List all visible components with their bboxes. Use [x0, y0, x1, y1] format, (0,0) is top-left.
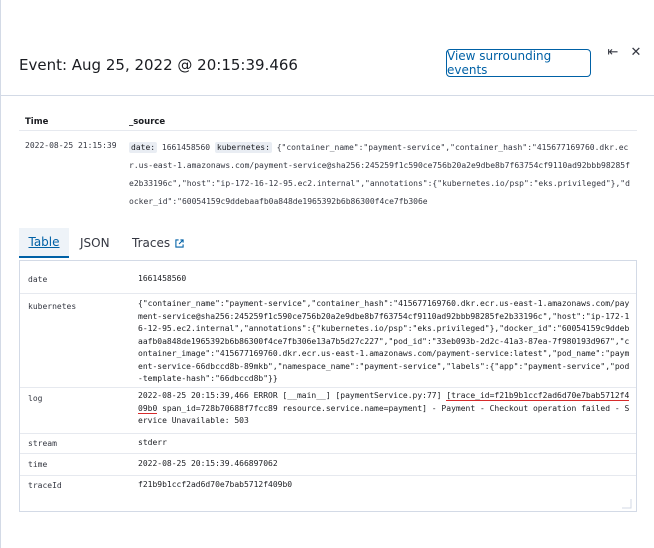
source-key-kubernetes: kubernetes: [214, 142, 272, 153]
field-key: kubernetes [28, 302, 77, 311]
table-row: stream stderr [20, 433, 636, 453]
field-key: traceId [28, 481, 62, 490]
tab-traces[interactable]: Traces [132, 228, 184, 258]
table-row: traceId f21b9b1ccf2ad6d70e7bab5712f409b0 [20, 475, 636, 499]
field-key: time [28, 460, 48, 469]
field-value: 2022-08-25 20:15:39.466897062 [138, 459, 278, 468]
field-key: date [28, 275, 48, 284]
column-header-time[interactable]: Time [25, 117, 48, 127]
tab-table[interactable]: Table [19, 228, 69, 258]
close-icon[interactable]: ✕ [628, 44, 644, 60]
flyout-header: Event: Aug 25, 2022 @ 20:15:39.466 View … [1, 0, 654, 96]
log-prefix: 2022-08-25 20:15:39,466 ERROR [__main__]… [138, 391, 447, 400]
field-value: 2022-08-25 20:15:39,466 ERROR [__main__]… [138, 390, 630, 428]
page-title: Event: Aug 25, 2022 @ 20:15:39.466 [19, 56, 298, 74]
table-row: log 2022-08-25 20:15:39,466 ERROR [__mai… [20, 387, 636, 433]
collapse-icon[interactable]: ⇤ [605, 44, 621, 60]
column-header-source[interactable]: _source [129, 117, 165, 127]
view-surrounding-events-button[interactable]: View surrounding events [446, 49, 591, 77]
log-suffix: span_id=728b70688f7fcc89 resource.servic… [138, 403, 630, 426]
source-value-date: 1661458560 [161, 143, 211, 152]
field-value: 1661458560 [138, 274, 187, 283]
summary-row: 2022-08-25 21:15:39 date: 1661458560 kub… [19, 130, 637, 222]
summary-source: date: 1661458560 kubernetes: {"container… [129, 139, 634, 223]
event-flyout: Event: Aug 25, 2022 @ 20:15:39.466 View … [0, 0, 654, 548]
table-row: date 1661458560 [20, 261, 636, 293]
fields-table: date 1661458560 kubernetes {"container_n… [19, 260, 637, 512]
tab-table-label: Table [28, 235, 60, 249]
table-row: time 2022-08-25 20:15:39.466897062 [20, 453, 636, 475]
detail-tabs: Table JSON Traces [19, 228, 637, 258]
external-link-icon [175, 238, 184, 248]
source-value-kubernetes: {"container_name":"payment-service","con… [129, 143, 630, 206]
tab-traces-label: Traces [132, 236, 171, 250]
resize-corner-icon [622, 499, 632, 509]
source-key-date: date: [129, 142, 158, 153]
field-value: stderr [138, 438, 167, 447]
field-value: f21b9b1ccf2ad6d70e7bab5712f409b0 [138, 480, 293, 489]
field-value: {"container_name":"payment-service","con… [138, 299, 630, 383]
table-row: kubernetes {"container_name":"payment-se… [20, 293, 636, 387]
field-key: log [28, 394, 43, 403]
summary-time: 2022-08-25 21:15:39 [25, 141, 117, 150]
tab-json-label: JSON [80, 236, 110, 250]
tab-json[interactable]: JSON [80, 228, 110, 258]
field-key: stream [28, 439, 57, 448]
